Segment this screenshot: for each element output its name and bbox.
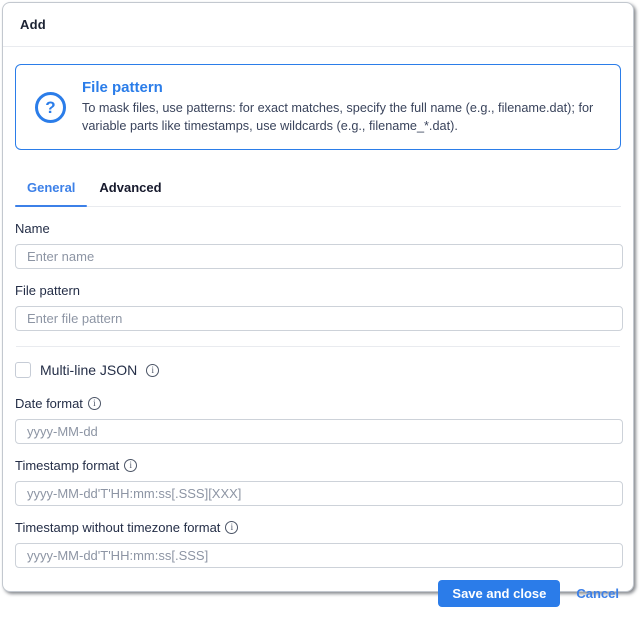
name-label: Name <box>15 221 50 237</box>
date-format-input[interactable] <box>15 419 623 445</box>
dialog-header: Add <box>3 3 633 47</box>
multiline-json-info-icon[interactable]: i <box>146 363 160 377</box>
multiline-json-row: Multi-line JSON i <box>15 362 621 379</box>
info-box-content: File pattern To mask files, use patterns… <box>82 79 604 135</box>
timestamp-without-timezone-label-text: Timestamp without timezone format <box>15 520 221 536</box>
tab-advanced[interactable]: Advanced <box>87 171 173 206</box>
save-and-close-button[interactable]: Save and close <box>438 580 561 608</box>
file-pattern-input[interactable] <box>15 306 623 332</box>
date-format-label-text: Date format <box>15 396 83 412</box>
info-box-description: To mask files, use patterns: for exact m… <box>82 101 594 134</box>
timestamp-without-timezone-input[interactable] <box>15 543 623 569</box>
date-format-info-icon[interactable]: i <box>87 397 101 411</box>
cancel-button[interactable]: Cancel <box>576 586 619 601</box>
name-input[interactable] <box>15 244 623 270</box>
timestamp-without-timezone-info-icon[interactable]: i <box>225 521 239 535</box>
tab-general[interactable]: General <box>15 171 88 208</box>
file-pattern-field-group: File pattern <box>15 282 623 332</box>
name-field-group: Name <box>15 220 623 270</box>
timestamp-without-timezone-label: Timestamp without timezone format i <box>15 520 239 536</box>
section-divider <box>16 346 620 348</box>
date-format-field-group: Date format i <box>15 395 623 445</box>
file-pattern-label: File pattern <box>15 283 81 299</box>
timestamp-format-label: Timestamp format i <box>15 458 138 474</box>
question-mark-icon: ? <box>35 91 66 123</box>
timestamp-format-field-group: Timestamp format i <box>15 457 623 507</box>
date-format-label: Date format i <box>15 396 101 411</box>
dialog-footer: Save and close Cancel <box>3 568 633 621</box>
timestamp-format-info-icon[interactable]: i <box>124 459 138 473</box>
multiline-json-label: Multi-line JSON <box>40 362 138 379</box>
info-box-title: File pattern <box>82 79 163 96</box>
timestamp-format-label-text: Timestamp format <box>15 458 120 474</box>
file-pattern-info-box: ? File pattern To mask files, use patter… <box>15 64 621 151</box>
add-dialog: Add ? File pattern To mask files, use pa… <box>2 2 634 608</box>
timestamp-format-input[interactable] <box>15 481 623 507</box>
dialog-title: Add <box>20 17 46 32</box>
multiline-json-checkbox[interactable] <box>15 362 31 379</box>
timestamp-without-timezone-field-group: Timestamp without timezone format i <box>15 519 623 569</box>
tab-bar: General Advanced <box>15 171 621 208</box>
dialog-body: ? File pattern To mask files, use patter… <box>3 47 633 569</box>
